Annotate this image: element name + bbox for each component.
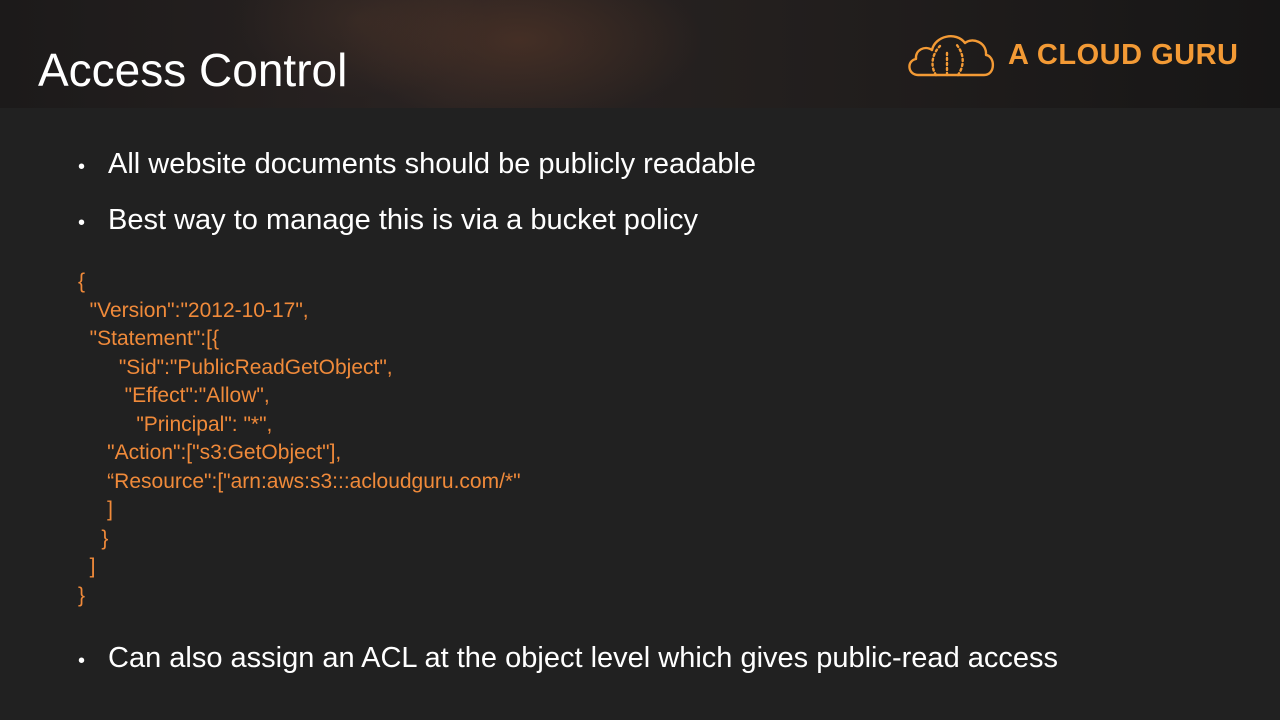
code-line: "Effect":"Allow", bbox=[78, 384, 270, 407]
bullet-dot-icon: • bbox=[78, 156, 86, 178]
cloud-guru-icon bbox=[908, 35, 995, 77]
code-line: “Resource":["arn:aws:s3:::acloudguru.com… bbox=[78, 469, 521, 493]
code-line: "Action":["s3:GetObject"], bbox=[78, 441, 342, 464]
slide-title: Access Control bbox=[38, 44, 348, 96]
bucket-policy-code: { "Version":"2012-10-17", "Statement":[{… bbox=[78, 268, 521, 610]
code-line: "Sid":"PublicReadGetObject", bbox=[78, 355, 393, 379]
logo: A CLOUD GURU bbox=[904, 28, 1238, 82]
bullet-dot-icon: • bbox=[78, 650, 86, 672]
code-line: "Version":"2012-10-17", bbox=[78, 298, 309, 322]
bullet-item: • All website documents should be public… bbox=[78, 146, 756, 185]
logo-text: A CLOUD GURU bbox=[1008, 38, 1239, 71]
bullet-text: Can also assign an ACL at the object lev… bbox=[108, 642, 1059, 674]
code-line: "Principal": "*", bbox=[78, 412, 273, 436]
bullet-dot-icon: • bbox=[78, 212, 86, 234]
code-line: { bbox=[78, 270, 86, 293]
bullet-item: • Can also assign an ACL at the object l… bbox=[78, 640, 1058, 679]
code-line: "Statement":[{ bbox=[78, 327, 219, 350]
slide: Access Control A CLOUD GURU • All websit… bbox=[0, 0, 1280, 720]
bullet-text: All website documents should be publicly… bbox=[108, 148, 757, 180]
bullet-text: Best way to manage this is via a bucket … bbox=[108, 204, 698, 236]
code-line: ] bbox=[78, 498, 114, 521]
bullet-item: • Best way to manage this is via a bucke… bbox=[78, 202, 698, 241]
code-line: } bbox=[78, 583, 86, 607]
code-line: ] bbox=[78, 555, 96, 578]
code-line: } bbox=[78, 526, 109, 550]
